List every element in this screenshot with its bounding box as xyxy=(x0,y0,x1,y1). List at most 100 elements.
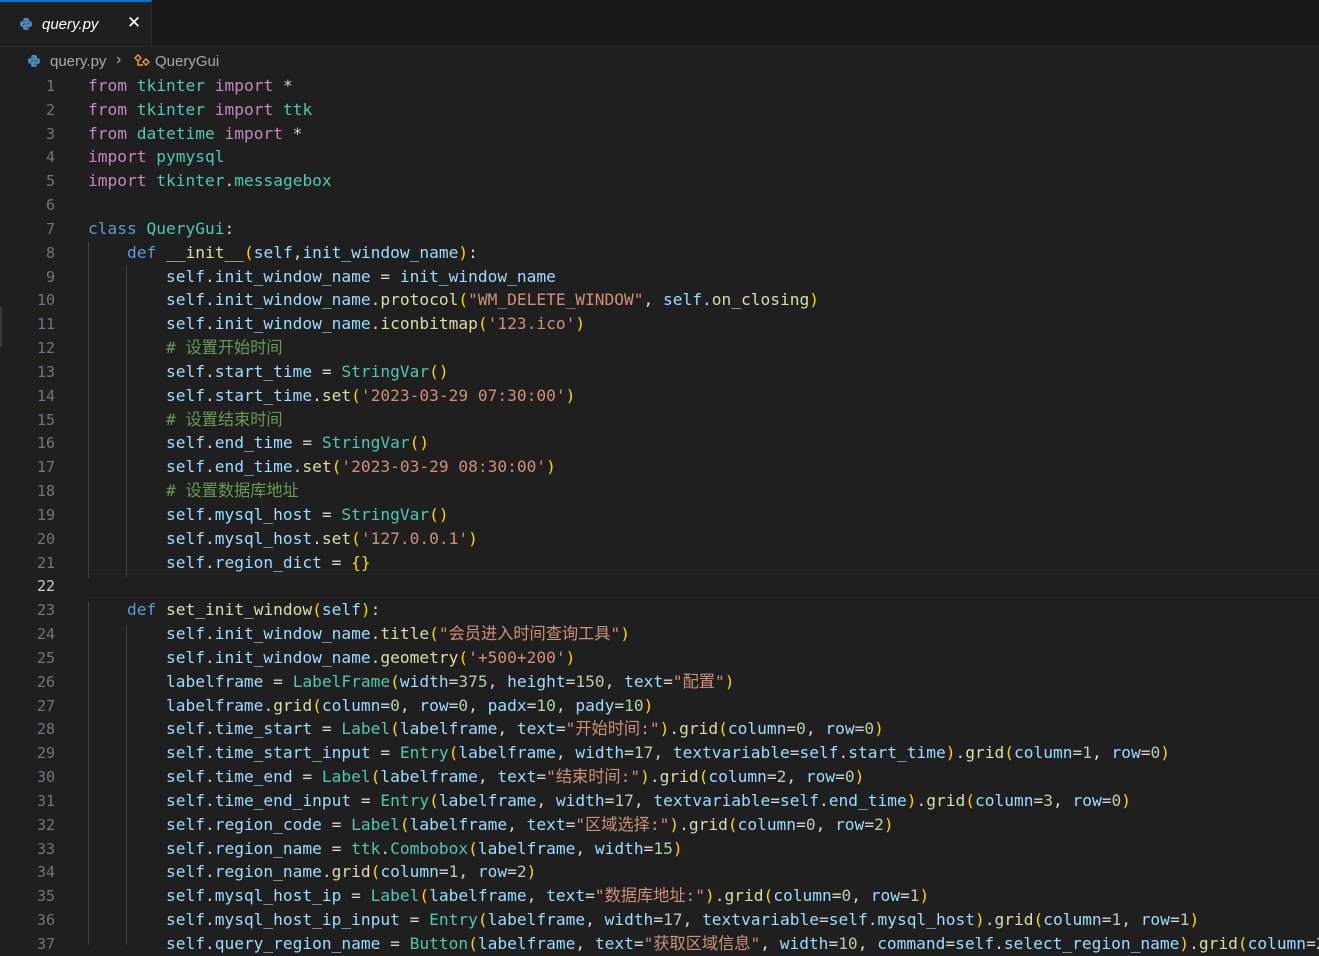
code-token: width xyxy=(604,910,654,929)
code-line[interactable]: 2 from tkinter import ttk xyxy=(0,98,1319,122)
code-line[interactable]: 28 self.time_start = Label(labelframe, t… xyxy=(0,717,1319,741)
code-line[interactable]: 13 self.start_time = StringVar() xyxy=(0,360,1319,384)
code-token: , xyxy=(1052,791,1073,810)
code-token: = xyxy=(370,743,400,762)
code-token: ) xyxy=(809,290,819,309)
code-line[interactable]: 7 class QueryGui: xyxy=(0,217,1319,241)
code-line[interactable]: 32 self.region_code = Label(labelframe, … xyxy=(0,813,1319,837)
code-token: = xyxy=(370,267,400,286)
code-token: "数据库地址:" xyxy=(594,886,706,905)
code-token: 2 xyxy=(874,815,884,834)
code-token: QueryGui xyxy=(146,219,225,238)
code-token: ( xyxy=(1237,934,1248,953)
code-token: self xyxy=(253,243,293,262)
code-line[interactable]: 26 labelframe = LabelFrame(width=375, he… xyxy=(0,670,1319,694)
code-line[interactable]: 3 from datetime import * xyxy=(0,122,1319,146)
code-text: self.time_start_input = Entry(labelframe… xyxy=(88,741,1170,765)
code-token: geometry xyxy=(380,648,459,667)
code-editor[interactable]: 1 from tkinter import * 2 from tkinter impo… xyxy=(0,74,1319,953)
line-number: 22 xyxy=(36,577,55,595)
code-token: '2023-03-29 08:30:00' xyxy=(341,457,547,476)
code-token: = xyxy=(633,934,644,953)
breadcrumb-file[interactable]: query.py xyxy=(50,53,106,70)
line-number: 13 xyxy=(36,363,55,381)
code-token: iconbitmap xyxy=(380,314,478,333)
code-line[interactable]: 21 self.region_dict = {} xyxy=(0,551,1319,575)
code-line[interactable]: 6 xyxy=(0,193,1319,217)
code-token: set_init_window xyxy=(165,600,313,619)
code-token: = xyxy=(1306,934,1316,953)
code-token: ( xyxy=(370,767,381,786)
code-token: set xyxy=(302,457,332,476)
code-line[interactable]: 24 self.init_window_name.title("会员进入时间查询… xyxy=(0,622,1319,646)
code-line[interactable]: 16 self.end_time = StringVar() xyxy=(0,431,1319,455)
code-token: . xyxy=(679,815,689,834)
line-number: 16 xyxy=(36,434,55,452)
code-line[interactable]: 8 def __init__(self,init_window_name): xyxy=(0,241,1319,265)
line-number: 12 xyxy=(36,339,55,357)
code-token: ( xyxy=(243,243,254,262)
code-line[interactable]: 10 self.init_window_name.protocol("WM_DE… xyxy=(0,288,1319,312)
code-line[interactable]: 20 self.mysql_host.set('127.0.0.1') xyxy=(0,527,1319,551)
code-line[interactable]: 15 # 设置结束时间 xyxy=(0,408,1319,432)
code-line[interactable]: 12 # 设置开始时间 xyxy=(0,336,1319,360)
code-token: mysql_host xyxy=(214,505,313,524)
code-line[interactable]: 1 from tkinter import * xyxy=(0,74,1319,98)
tab-query-py[interactable]: query.py ✕ xyxy=(0,0,152,46)
code-token: "WM_DELETE_WINDOW" xyxy=(468,290,644,309)
code-line[interactable]: 36 self.mysql_host_ip_input = Entry(labe… xyxy=(0,908,1319,932)
code-token: , xyxy=(653,743,673,762)
code-token: pymysql xyxy=(156,147,225,166)
code-token: ( xyxy=(312,600,322,619)
code-line[interactable]: 11 self.init_window_name.iconbitmap('123… xyxy=(0,312,1319,336)
code-line[interactable]: 31 self.time_end_input = Entry(labelfram… xyxy=(0,789,1319,813)
code-token: , xyxy=(497,719,517,738)
code-line[interactable]: 23 def set_init_window(self): xyxy=(0,598,1319,622)
code-token: self xyxy=(165,648,205,667)
code-token: time_end_input xyxy=(214,791,352,810)
code-line[interactable]: 33 self.region_name = ttk.Combobox(label… xyxy=(0,837,1319,861)
code-line[interactable]: 30 self.time_end = Label(labelframe, tex… xyxy=(0,765,1319,789)
code-token: . xyxy=(1189,934,1199,953)
code-token: ( xyxy=(351,529,361,548)
code-line[interactable]: 29 self.time_start_input = Entry(labelfr… xyxy=(0,741,1319,765)
code-line[interactable]: 25 self.init_window_name.geometry('+500+… xyxy=(0,646,1319,670)
code-token: = xyxy=(351,791,381,810)
code-token: "开始时间:" xyxy=(565,719,660,738)
code-token: ( xyxy=(698,767,709,786)
code-line[interactable]: 35 self.mysql_host_ip = Label(labelframe… xyxy=(0,884,1319,908)
code-token: self xyxy=(165,505,205,524)
code-line[interactable]: 19 self.mysql_host = StringVar() xyxy=(0,503,1319,527)
code-line[interactable]: 5 import tkinter.messagebox xyxy=(0,169,1319,193)
code-line[interactable]: 4 import pymysql xyxy=(0,145,1319,169)
code-line[interactable]: 37 self.query_region_name = Button(label… xyxy=(0,932,1319,956)
breadcrumb-symbol[interactable]: QueryGui xyxy=(155,53,219,70)
code-token: row xyxy=(477,862,508,881)
code-token: = xyxy=(1169,910,1180,929)
code-line[interactable]: 17 self.end_time.set('2023-03-29 08:30:0… xyxy=(0,455,1319,479)
code-token: self xyxy=(165,719,205,738)
code-line[interactable]: 27 labelframe.grid(column=0, row=0, padx… xyxy=(0,694,1319,718)
code-line[interactable]: 14 self.start_time.set('2023-03-29 07:30… xyxy=(0,384,1319,408)
code-token: , xyxy=(1091,743,1112,762)
code-line[interactable]: 22 xyxy=(0,574,1319,598)
tab-label: query.py xyxy=(42,16,99,33)
code-token: self xyxy=(165,386,205,405)
code-token: . xyxy=(838,743,849,762)
code-token: column xyxy=(1043,910,1102,929)
close-icon[interactable]: ✕ xyxy=(124,13,144,33)
code-token: grid xyxy=(273,696,313,715)
code-line[interactable]: 34 self.region_name.grid(column=1, row=2… xyxy=(0,860,1319,884)
code-line[interactable]: 9 self.init_window_name = init_window_na… xyxy=(0,265,1319,289)
code-token: labelframe xyxy=(399,719,498,738)
code-line[interactable]: 18 # 设置数据库地址 xyxy=(0,479,1319,503)
code-token: ) xyxy=(724,672,735,691)
code-token: ) xyxy=(458,243,469,262)
code-token: ( xyxy=(1033,910,1044,929)
code-token: "配置" xyxy=(672,672,725,691)
